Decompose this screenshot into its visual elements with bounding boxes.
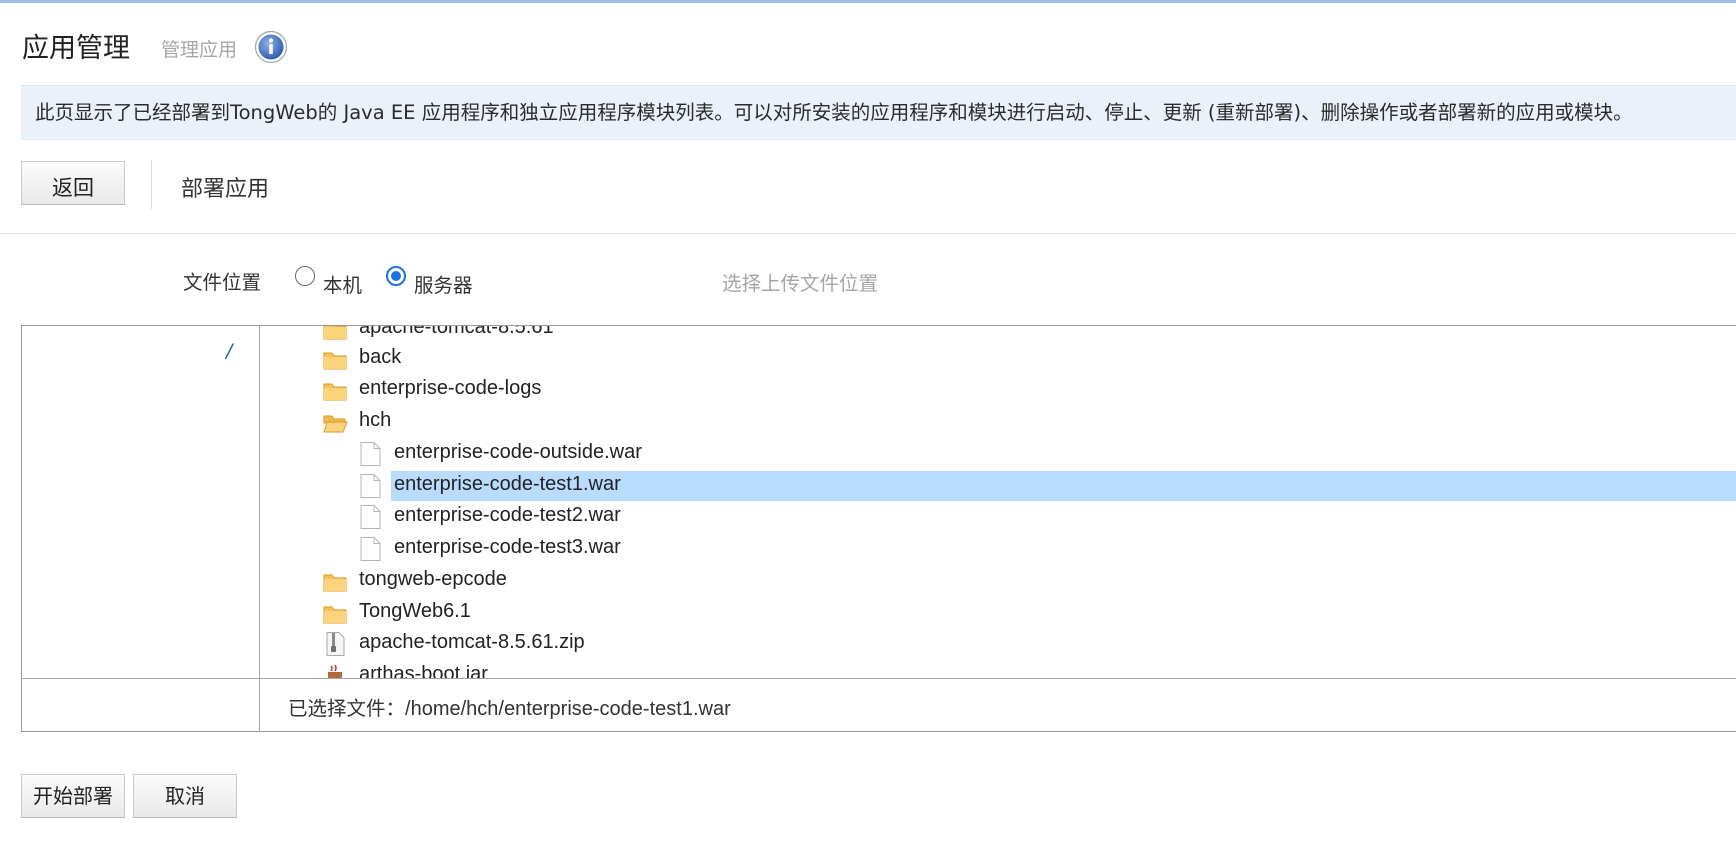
section-title: 部署应用 [181,177,270,202]
tree-item-label: back [359,346,402,368]
tree-item[interactable]: arthas-boot.jar [260,661,1736,678]
tree-item[interactable]: enterprise-code-logs [260,375,1736,405]
file-tree[interactable]: apache-tomcat-8.5.61 back enterprise-cod… [260,326,1736,678]
tree-item-label: arthas-boot.jar [359,663,488,678]
toolbar-divider [151,160,152,209]
tree-item-label: enterprise-code-outside.war [394,441,642,463]
start-deploy-button[interactable]: 开始部署 [21,774,125,818]
file-location-label: 文件位置 [183,271,262,294]
selected-file-readout: 已选择文件：/home/hch/enterprise-code-test1.wa… [288,692,731,721]
tree-item[interactable]: hch [260,407,1736,437]
server-radio-label[interactable]: 服务器 [414,269,473,298]
top-accent-line [0,0,1736,3]
selected-file-path: /home/hch/enterprise-code-test1.war [405,698,731,720]
local-radio-label[interactable]: 本机 [323,269,362,298]
tree-item[interactable]: apache-tomcat-8.5.61.zip [260,629,1736,659]
zip-file-icon [326,632,345,656]
file-icon [360,474,381,498]
file-icon [360,505,381,529]
page-subtitle: 管理应用 [161,39,238,61]
tree-item-label: enterprise-code-test2.war [394,504,621,526]
tree-item[interactable]: tongweb-epcode [260,566,1736,596]
jar-file-icon [328,664,342,678]
tree-item-selected[interactable]: enterprise-code-test1.war [260,471,1736,501]
folder-icon [323,606,347,624]
tree-item[interactable]: enterprise-code-test2.war [260,502,1736,532]
section-divider [0,233,1736,234]
root-path-link[interactable]: / [226,340,232,362]
page-description: 此页显示了已经部署到TongWeb的 Java EE 应用程序和独立应用程序模块… [21,85,1736,140]
page-title: 应用管理 [22,33,130,64]
tree-item-label: enterprise-code-test3.war [394,536,621,558]
tree-item[interactable]: enterprise-code-test3.war [260,534,1736,564]
cancel-button[interactable]: 取消 [133,774,237,818]
file-icon [360,537,381,561]
folder-icon [323,383,347,401]
folder-icon [323,352,347,370]
local-radio[interactable] [295,266,315,286]
folder-icon [323,326,347,340]
tree-item[interactable]: enterprise-code-outside.war [260,439,1736,469]
tree-item-label: apache-tomcat-8.5.61.zip [359,631,585,653]
tree-item-label: tongweb-epcode [359,568,507,590]
file-icon [360,442,381,466]
selected-file-label: 已选择文件： [288,697,406,720]
tree-item-label: enterprise-code-test1.war [394,473,621,495]
browser-row-divider [21,678,1736,679]
folder-icon [323,574,347,592]
tree-item-label: enterprise-code-logs [359,377,542,399]
server-radio[interactable] [386,266,406,286]
tree-item[interactable]: TongWeb6.1 [260,598,1736,628]
back-button[interactable]: 返回 [21,161,125,205]
folder-open-icon [323,415,348,433]
tree-item-label: hch [359,409,392,431]
tree-item-label: TongWeb6.1 [359,600,471,622]
location-hint: 选择上传文件位置 [722,272,879,295]
tree-item[interactable]: back [260,344,1736,374]
info-circle-icon[interactable] [254,30,288,64]
tree-item-label: apache-tomcat-8.5.61 [359,326,554,338]
tree-item[interactable]: apache-tomcat-8.5.61 [260,326,1736,344]
